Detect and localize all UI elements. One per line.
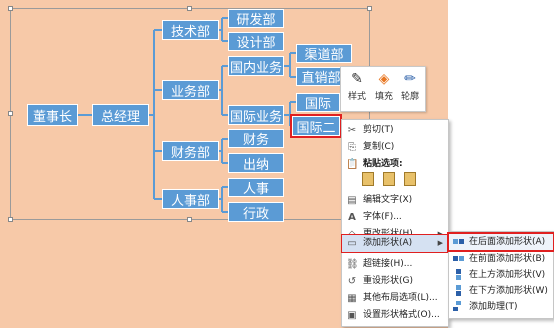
node-cashier[interactable]: 出纳 — [228, 153, 284, 173]
resize-handle[interactable] — [8, 6, 13, 11]
submenu-add-below[interactable]: 在下方添加形状(W) — [449, 283, 553, 299]
node-chairman[interactable]: 董事长 — [27, 104, 78, 126]
node-direct[interactable]: 直销部 — [296, 67, 346, 86]
node-tech-dept[interactable]: 技术部 — [162, 20, 219, 40]
scissors-icon: ✂ — [347, 125, 357, 136]
node-intl-two[interactable]: 国际二 — [290, 114, 342, 138]
clipboard-icon: 📋 — [346, 159, 359, 170]
node-domestic[interactable]: 国内业务 — [228, 56, 284, 76]
mini-toolbar: ✎ 样式 ◈ 填充 ✏ 轮廓 — [340, 66, 426, 112]
hyperlink-icon: ⛓ — [346, 259, 359, 270]
node-general-manager[interactable]: 总经理 — [92, 104, 149, 126]
style-icon: ✎ — [351, 71, 363, 87]
context-menu: ✂ 剪切(T) ⎘ 复制(C) 📋 粘贴选项: ▤ 编辑文字(X) A 字体(F… — [341, 119, 449, 327]
resize-handle[interactable] — [8, 111, 13, 116]
menu-paste-options-header: 📋 粘贴选项: — [342, 156, 448, 173]
add-below-icon — [456, 285, 461, 296]
menu-format-shape[interactable]: ▣ 设置形状格式(O)... — [342, 307, 448, 324]
menu-copy[interactable]: ⎘ 复制(C) — [342, 139, 448, 156]
menu-font[interactable]: A 字体(F)... — [342, 209, 448, 226]
style-label: 样式 — [347, 92, 366, 102]
node-hr-dept[interactable]: 人事部 — [162, 189, 219, 209]
menu-reset-shape[interactable]: ↺ 重设形状(G) — [342, 273, 448, 290]
outline-button[interactable]: ✏ 轮廓 — [397, 69, 423, 107]
resize-handle[interactable] — [187, 217, 192, 222]
node-rd[interactable]: 研发部 — [228, 9, 284, 28]
menu-cut[interactable]: ✂ 剪切(T) — [342, 122, 448, 139]
paste-text-icon[interactable] — [403, 172, 416, 186]
submenu-add-after[interactable]: 在后面添加形状(A) — [447, 232, 554, 252]
menu-hyperlink[interactable]: ⛓ 超链接(H)... — [342, 256, 448, 273]
node-channel[interactable]: 渠道部 — [296, 44, 352, 63]
add-after-icon — [453, 239, 464, 244]
copy-icon: ⎘ — [348, 142, 356, 153]
layout-options-icon: ▦ — [347, 293, 357, 304]
outline-label: 轮廓 — [400, 92, 419, 102]
add-before-icon — [453, 256, 464, 261]
reset-shape-icon: ↺ — [347, 276, 357, 287]
add-shape-submenu: 在后面添加形状(A) 在前面添加形状(B) 在上方添加形状(V) 在下方添加形状… — [447, 231, 554, 319]
node-design[interactable]: 设计部 — [228, 32, 284, 51]
paste-keep-format-icon[interactable] — [362, 172, 374, 186]
paint-bucket-icon: ◈ — [378, 71, 390, 87]
submenu-add-above[interactable]: 在上方添加形状(V) — [449, 267, 553, 283]
submenu-add-assistant[interactable]: 添加助理(T) — [449, 299, 553, 315]
add-above-icon — [456, 269, 461, 280]
node-personnel[interactable]: 人事 — [228, 178, 284, 197]
format-shape-icon: ▣ — [347, 310, 357, 321]
node-intl-one[interactable]: 国际 — [296, 93, 340, 112]
resize-handle[interactable] — [367, 6, 372, 11]
menu-edit-text[interactable]: ▤ 编辑文字(X) — [342, 192, 448, 209]
resize-handle[interactable] — [8, 217, 13, 222]
node-finance-dept[interactable]: 财务部 — [162, 141, 219, 161]
fill-label: 填充 — [374, 92, 393, 102]
add-assistant-icon — [453, 301, 461, 311]
fill-button[interactable]: ◈ 填充 — [371, 69, 397, 107]
edit-text-icon: ▤ — [347, 195, 357, 206]
node-international[interactable]: 国际业务 — [228, 105, 284, 125]
node-admin[interactable]: 行政 — [228, 202, 284, 222]
paste-picture-icon[interactable] — [382, 172, 395, 186]
menu-paste-icons — [342, 172, 448, 190]
add-shape-icon: ▭ — [347, 238, 357, 249]
submenu-arrow-icon: ▶ — [437, 239, 443, 247]
font-icon: A — [348, 212, 356, 223]
resize-handle[interactable] — [187, 6, 192, 11]
style-button[interactable]: ✎ 样式 — [344, 69, 370, 107]
menu-other-layout[interactable]: ▦ 其他布局选项(L)... — [342, 290, 448, 307]
pen-icon: ✏ — [404, 71, 416, 87]
menu-add-shape[interactable]: ▭ 添加形状(A) ▶ — [341, 234, 449, 253]
node-business-dept[interactable]: 业务部 — [162, 80, 219, 100]
node-finance[interactable]: 财务 — [228, 129, 284, 148]
submenu-add-before[interactable]: 在前面添加形状(B) — [449, 251, 553, 267]
